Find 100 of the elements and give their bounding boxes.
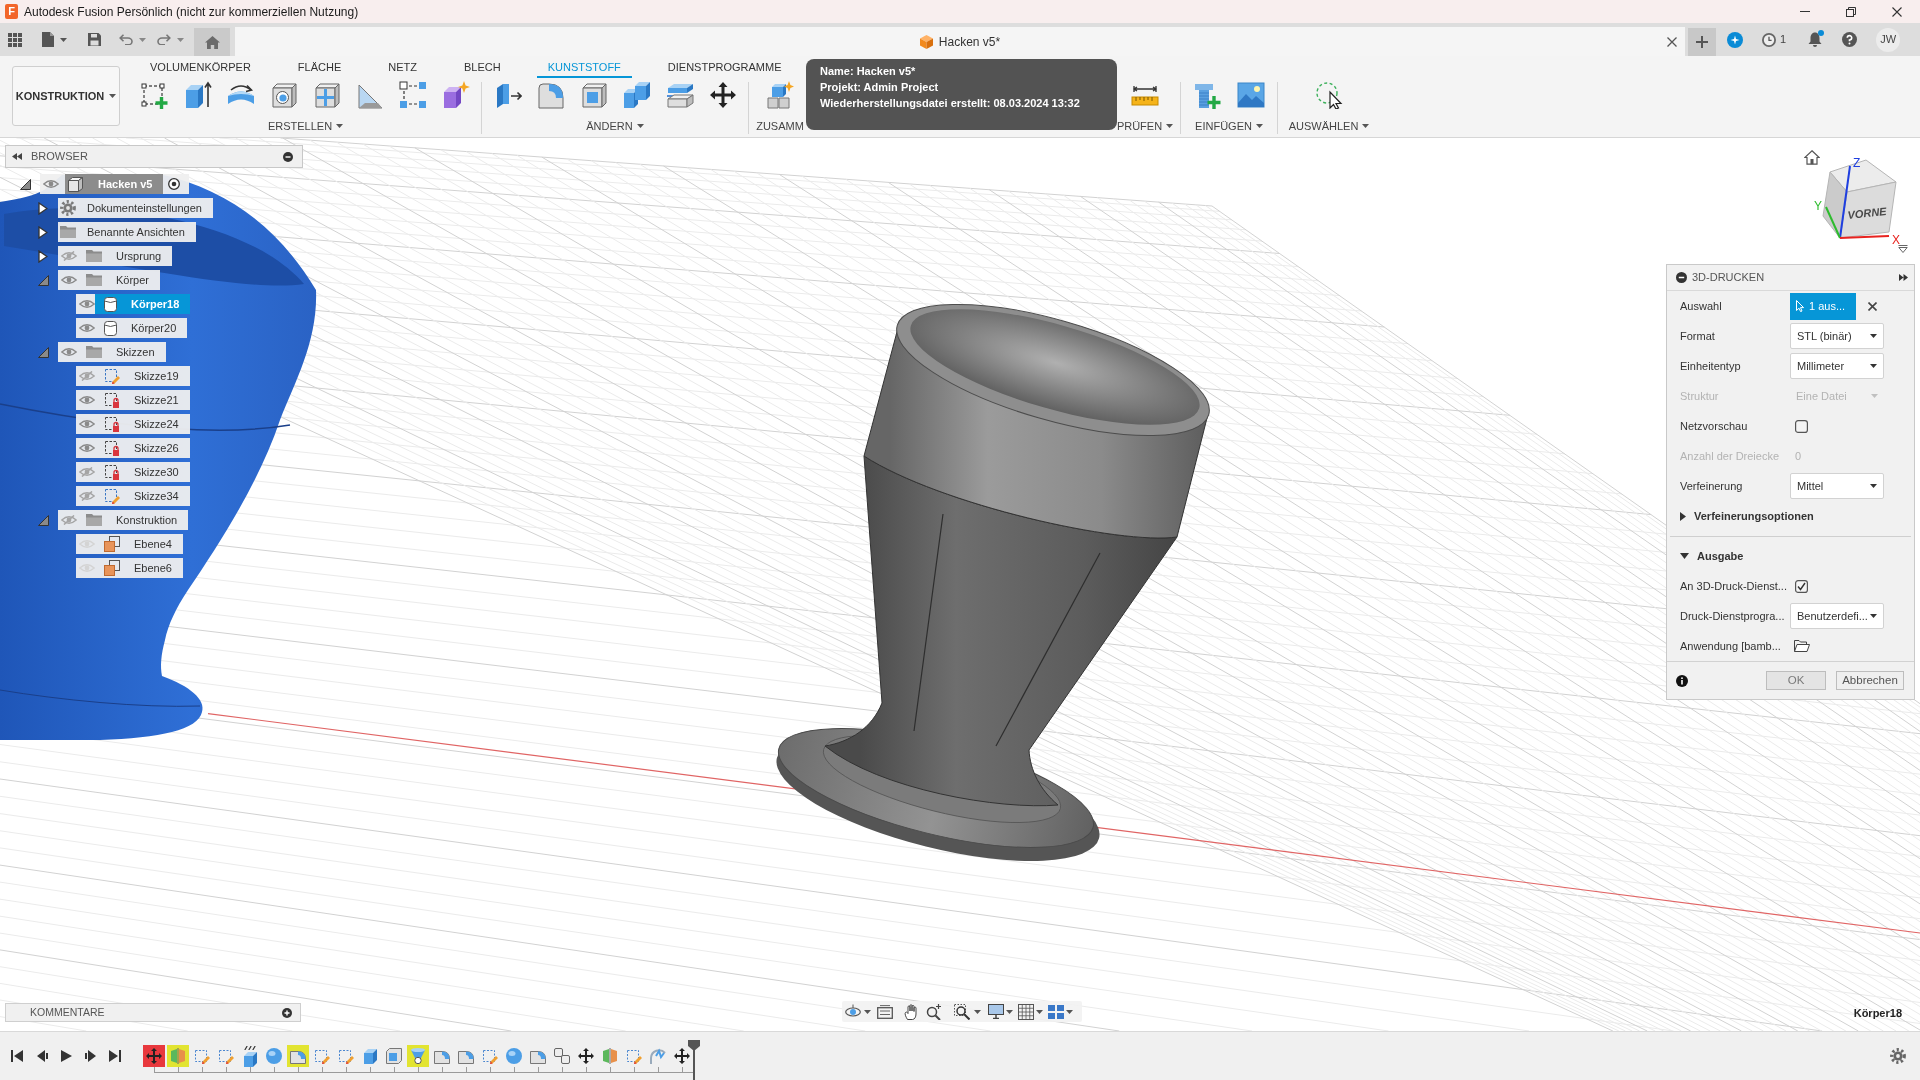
section-toggle[interactable]: Ausgabe: [1667, 541, 1914, 571]
collapse-panel-icon[interactable]: [12, 153, 22, 160]
caret-icon[interactable]: [636, 124, 644, 128]
toolbar-group-menu[interactable]: AUSWÄHLEN: [1288, 119, 1370, 133]
ribbon-tab[interactable]: FLÄCHE: [286, 58, 353, 78]
browser-tree-item[interactable]: Skizze21: [76, 390, 190, 410]
caret-icon[interactable]: [1870, 364, 1877, 368]
browser-tree-item[interactable]: Skizze30: [76, 462, 190, 482]
dropdown-field[interactable]: STL (binär): [1790, 323, 1884, 349]
checkbox[interactable]: [1795, 419, 1808, 433]
shell-box-icon[interactable]: [579, 81, 608, 109]
browser-tree-item[interactable]: Ebene6: [76, 558, 183, 578]
goblet-model-drawing[interactable]: [776, 303, 1210, 861]
restore-icon[interactable]: [1846, 6, 1856, 17]
toolbar-group-menu[interactable]: PRÜFEN: [1116, 119, 1174, 133]
browser-tree-item[interactable]: Benannte Ansichten: [58, 222, 196, 242]
caret-icon[interactable]: [1870, 334, 1877, 338]
eye-icon[interactable]: [61, 275, 77, 285]
magnifier-plus-icon[interactable]: [926, 1003, 942, 1020]
toolbar-group-menu[interactable]: ERSTELLEN: [267, 119, 344, 133]
target-icon[interactable]: [168, 178, 181, 190]
split-plates-icon[interactable]: [665, 81, 694, 109]
eye-icon[interactable]: [43, 179, 59, 189]
workspace-menu-button[interactable]: KONSTRUKTION: [12, 66, 120, 126]
panes-icon[interactable]: [1048, 1004, 1064, 1019]
ribbon-tab[interactable]: VOLUMENKÖRPER: [139, 58, 262, 78]
save-icon[interactable]: [88, 33, 101, 46]
skip-end-icon[interactable]: [109, 1050, 121, 1062]
play-icon[interactable]: [60, 1050, 72, 1062]
caret-icon[interactable]: [1006, 1009, 1013, 1014]
ribbon-tab[interactable]: DIENSTPROGRAMME: [656, 58, 793, 78]
rib-box-icon[interactable]: [313, 81, 341, 109]
browser-tree-item[interactable]: Skizze24: [76, 414, 190, 434]
hand-icon[interactable]: [904, 1003, 918, 1020]
bolt-plus-icon[interactable]: [1193, 81, 1221, 109]
ribbon-tab[interactable]: BLECH: [453, 58, 512, 78]
measure-ruler-icon[interactable]: [1131, 84, 1159, 106]
eye-icon[interactable]: [79, 443, 95, 453]
document-tab[interactable]: Hacken v5*: [235, 27, 1685, 56]
close-icon[interactable]: [1892, 6, 1902, 17]
browser-tree-item[interactable]: Körper20: [76, 318, 188, 338]
combine-cubes-icon[interactable]: [622, 81, 651, 109]
cube-sparkle-icon[interactable]: [442, 81, 470, 109]
eye-icon[interactable]: [79, 419, 95, 429]
dialog-button[interactable]: OK: [1766, 671, 1826, 690]
toolbar-group-menu[interactable]: ZUSAMM: [756, 119, 804, 133]
expand-arrow-icon[interactable]: [38, 249, 48, 263]
sparkle-badge-icon[interactable]: [1727, 31, 1743, 48]
dropdown-field[interactable]: Mittel: [1790, 473, 1884, 499]
extrude-box-icon[interactable]: [184, 81, 212, 109]
expand-arrow-icon[interactable]: [38, 201, 48, 215]
step-back-icon[interactable]: [36, 1050, 48, 1062]
new-tab-button[interactable]: [1688, 28, 1716, 56]
caret-icon[interactable]: [1036, 1009, 1043, 1014]
browser-tree-item[interactable]: Ebene4: [76, 534, 183, 554]
hole-box-icon[interactable]: [270, 81, 298, 109]
browser-tree-item[interactable]: Körper: [58, 270, 161, 290]
browser-tree-item[interactable]: Skizze26: [76, 438, 190, 458]
browser-tree-item[interactable]: Ursprung: [58, 246, 173, 266]
bell-icon[interactable]: [1808, 32, 1823, 47]
help-icon[interactable]: [1842, 32, 1858, 47]
caret-icon[interactable]: [1255, 124, 1263, 128]
caret-icon[interactable]: [974, 1009, 981, 1014]
caret-icon[interactable]: [336, 124, 344, 128]
minus-circle-icon[interactable]: [1676, 272, 1687, 283]
info-icon[interactable]: [1676, 674, 1688, 687]
caret-icon[interactable]: [60, 37, 67, 42]
browser-tree-item[interactable]: Konstruktion: [58, 510, 189, 530]
eye-icon[interactable]: [61, 347, 77, 357]
minus-circle-icon[interactable]: [283, 151, 293, 162]
sketch-plus-icon[interactable]: [141, 81, 169, 109]
caret-icon[interactable]: [1870, 484, 1877, 488]
toolbar-group-menu[interactable]: ÄNDERN: [586, 119, 644, 133]
home-icon[interactable]: [1804, 150, 1820, 165]
caret-icon[interactable]: [109, 94, 117, 98]
browser-tree-item[interactable]: Skizze19: [76, 366, 190, 386]
browser-tree-item[interactable]: Dokumenteinstellungen: [58, 198, 213, 218]
home-tab[interactable]: [194, 28, 230, 56]
section-toggle[interactable]: Verfeinerungsoptionen: [1667, 501, 1914, 531]
file-icon[interactable]: [42, 32, 54, 47]
caret-icon[interactable]: [1870, 614, 1877, 618]
close-icon[interactable]: [1667, 37, 1677, 47]
framed-box-icon[interactable]: [877, 1004, 893, 1019]
redo-icon[interactable]: [157, 34, 171, 45]
menu-caret-icon[interactable]: [1898, 245, 1908, 253]
nodes-frame-icon[interactable]: [399, 81, 427, 109]
plus-circle-icon[interactable]: [282, 1007, 292, 1018]
caret-icon[interactable]: [864, 1009, 871, 1014]
eye-icon[interactable]: [79, 395, 95, 405]
magnifier-dashed-icon[interactable]: [954, 1003, 970, 1020]
dropdown-field[interactable]: Benutzerdefi...: [1790, 603, 1884, 629]
browser-tree-item[interactable]: Skizze34: [76, 486, 190, 506]
ribbon-tab[interactable]: NETZ: [377, 58, 428, 78]
toolbar-group-menu[interactable]: EINFÜGEN: [1195, 119, 1263, 133]
collapse-arrow-icon[interactable]: [20, 178, 31, 190]
fillet-icon[interactable]: [536, 81, 565, 109]
eye-icon[interactable]: [79, 299, 95, 309]
apps-grid-icon[interactable]: [8, 32, 22, 47]
caret-icon[interactable]: [1362, 124, 1370, 128]
open-folder-icon[interactable]: [1794, 640, 1810, 652]
